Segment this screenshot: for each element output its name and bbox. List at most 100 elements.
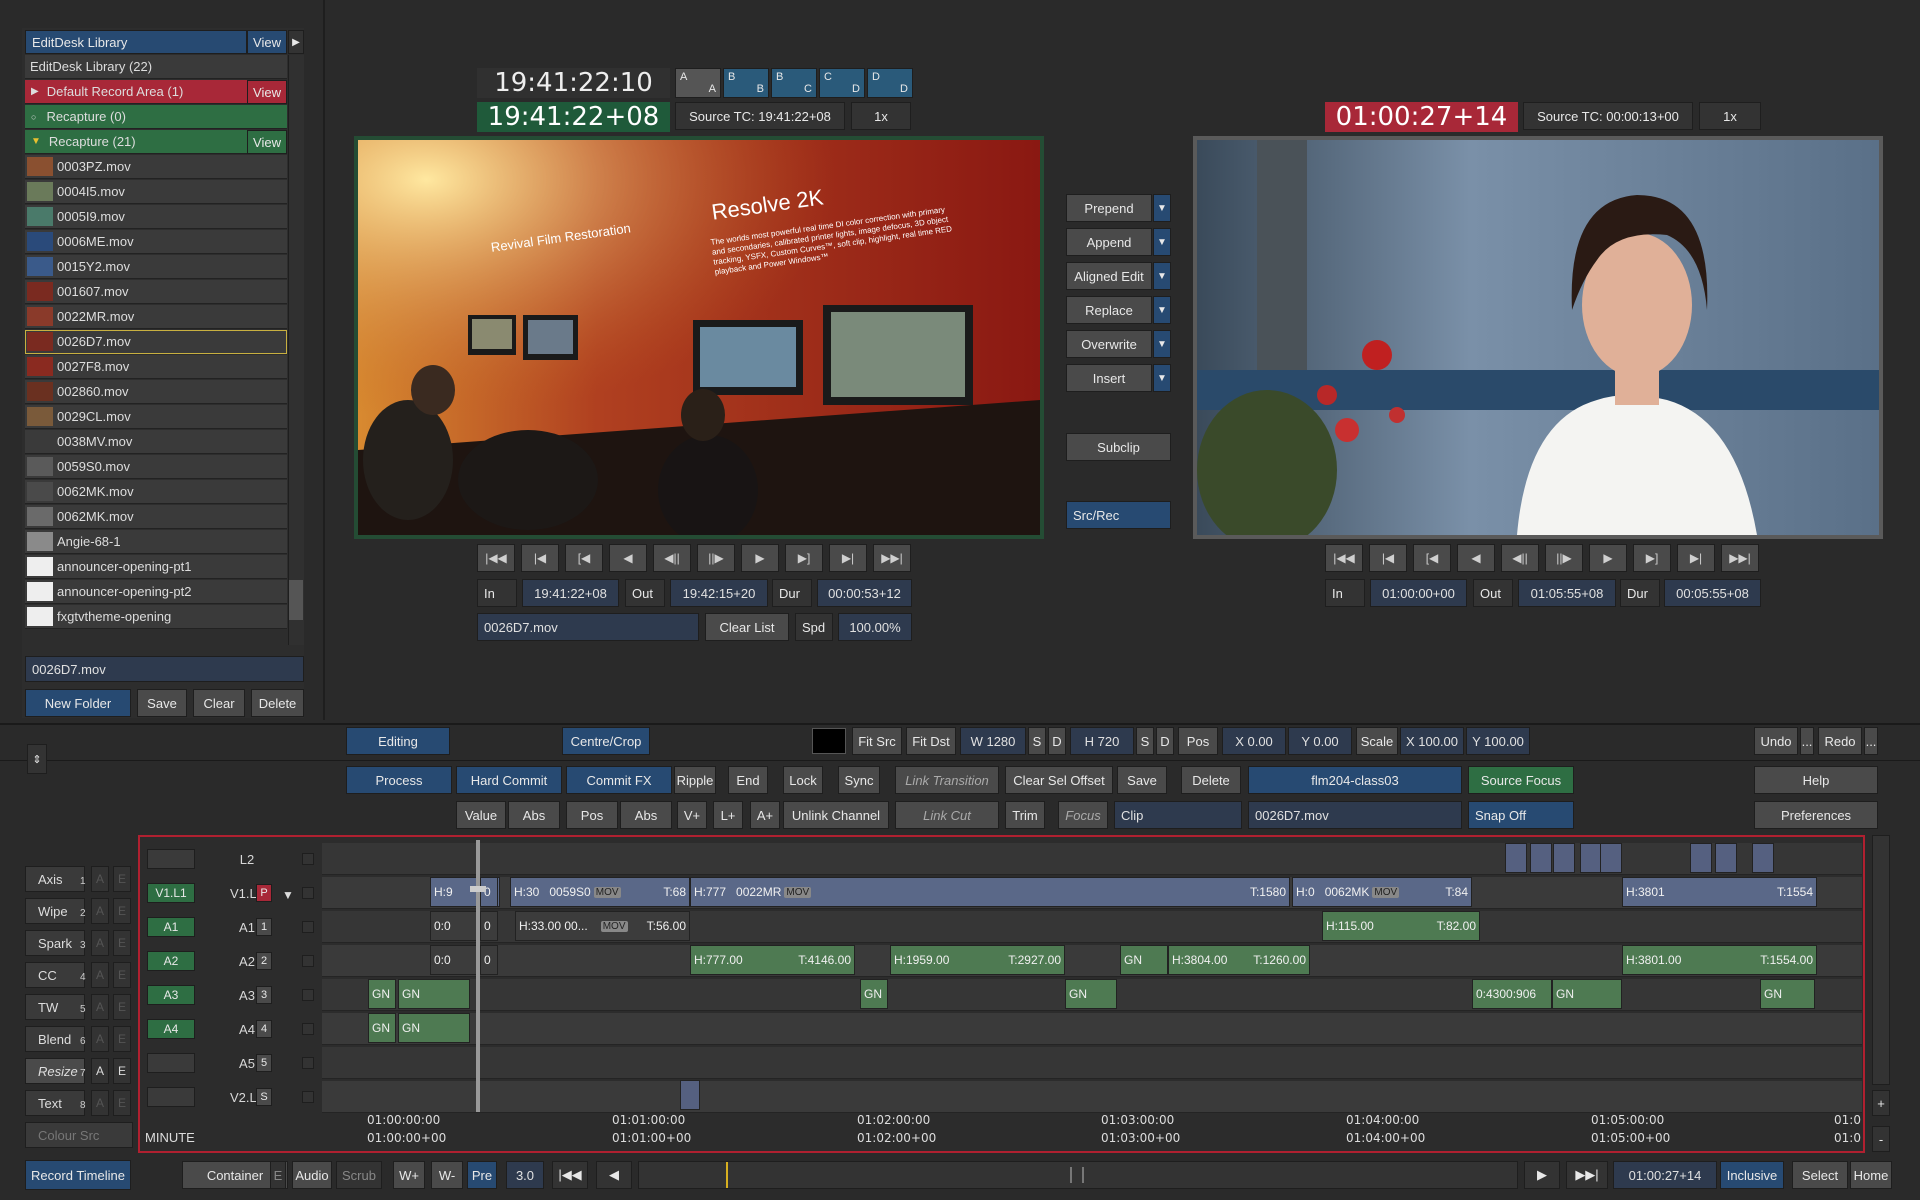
record-viewer[interactable] <box>1193 136 1883 550</box>
hard-commit-button[interactable]: Hard Commit <box>456 766 562 794</box>
library-save-button[interactable]: Save <box>137 689 187 717</box>
l2-segment[interactable] <box>1752 843 1774 873</box>
timeline-clip[interactable]: GN <box>368 1013 396 1043</box>
sync-button[interactable]: Sync <box>838 766 880 794</box>
inclusive-button[interactable]: Inclusive <box>1720 1161 1784 1189</box>
library-clear-button[interactable]: Clear <box>193 689 245 717</box>
spd-button[interactable]: Spd <box>795 613 833 641</box>
width-field[interactable]: W 1280 <box>960 727 1026 755</box>
prev-mark-icon[interactable]: |◀ <box>521 544 559 572</box>
editing-mode-button[interactable]: Editing <box>346 727 450 755</box>
recapture-21-row[interactable]: ▼ Recapture (21) <box>25 130 247 154</box>
fx-button[interactable]: Resize <box>25 1058 85 1084</box>
fx-e-toggle[interactable]: E <box>113 866 131 892</box>
track-source-patch[interactable]: A1 <box>147 917 195 937</box>
step-back-frame-icon[interactable]: ◀|| <box>1501 544 1539 572</box>
preferences-button[interactable]: Preferences <box>1754 801 1878 829</box>
height-field[interactable]: H 720 <box>1070 727 1134 755</box>
track-lock-toggle[interactable] <box>302 989 314 1001</box>
src-rec-button[interactable]: Src/Rec <box>1066 501 1171 529</box>
clip-name-field[interactable]: 0026D7.mov <box>1248 801 1462 829</box>
pos-y-field[interactable]: Y 0.00 <box>1288 727 1352 755</box>
library-item[interactable]: 0027F8.mov <box>25 355 287 379</box>
pre-button[interactable]: Pre <box>467 1161 497 1189</box>
help-button[interactable]: Help <box>1754 766 1878 794</box>
reverse-play-icon[interactable]: ◀ <box>609 544 647 572</box>
fx-button[interactable]: CC <box>25 962 85 988</box>
timeline-clip[interactable]: H:3804.00 T:1260.00 <box>1168 945 1310 975</box>
timeline-clip[interactable]: 0 <box>480 945 498 975</box>
track-dropdown-triangle-icon[interactable]: ▼ <box>282 888 294 902</box>
w-d-button[interactable]: D <box>1048 727 1066 755</box>
source-focus-button[interactable]: Source Focus <box>1468 766 1574 794</box>
link-cut-button[interactable]: Link Cut <box>895 801 999 829</box>
end-button[interactable]: End <box>728 766 768 794</box>
source-tab[interactable]: CD <box>819 68 865 98</box>
go-in-icon[interactable]: [◀ <box>1413 544 1451 572</box>
track-lock-toggle[interactable] <box>302 1023 314 1035</box>
w-plus-button[interactable]: W+ <box>393 1161 425 1189</box>
l2-segment[interactable] <box>1553 843 1575 873</box>
fx-e-toggle[interactable]: E <box>113 962 131 988</box>
library-item[interactable]: 0006ME.mov <box>25 230 287 254</box>
chevron-down-icon[interactable]: ▼ <box>1153 228 1171 256</box>
scale-x-field[interactable]: X 100.00 <box>1400 727 1464 755</box>
undo-more-button[interactable]: ... <box>1800 727 1814 755</box>
lock-button[interactable]: Lock <box>783 766 823 794</box>
fx-button[interactable]: Axis <box>25 866 85 892</box>
fx-button[interactable]: Spark <box>25 930 85 956</box>
pre-value-field[interactable]: 3.0 <box>506 1161 544 1189</box>
track-source-patch[interactable]: A4 <box>147 1019 195 1039</box>
new-folder-button[interactable]: New Folder <box>25 689 131 717</box>
abs2-button[interactable]: Abs <box>620 801 672 829</box>
fit-dst-button[interactable]: Fit Dst <box>906 727 956 755</box>
source-out-button[interactable]: Out <box>625 579 665 607</box>
track-lock-toggle[interactable] <box>302 853 314 865</box>
value-button[interactable]: Value <box>456 801 506 829</box>
timeline-clip[interactable]: H:1959.00 T:2927.00 <box>890 945 1065 975</box>
fit-src-button[interactable]: Fit Src <box>852 727 902 755</box>
v2-segment[interactable] <box>680 1080 700 1110</box>
library-item[interactable]: 0015Y2.mov <box>25 255 287 279</box>
library-item[interactable]: Angie-68-1 <box>25 530 287 554</box>
reverse-play-icon[interactable]: ◀ <box>1457 544 1495 572</box>
edit-op-button[interactable]: Aligned Edit <box>1066 262 1152 290</box>
timeline-clip[interactable]: GN <box>368 979 396 1009</box>
clear-list-button[interactable]: Clear List <box>705 613 789 641</box>
snap-button[interactable]: Snap Off <box>1468 801 1574 829</box>
abs-button[interactable]: Abs <box>508 801 560 829</box>
source-dur-value[interactable]: 00:00:53+12 <box>817 579 912 607</box>
redo-button[interactable]: Redo <box>1818 727 1862 755</box>
library-selected-field[interactable]: 0026D7.mov <box>25 656 304 682</box>
next-mark-icon[interactable]: ▶| <box>1677 544 1715 572</box>
library-item[interactable]: 0062MK.mov <box>25 480 287 504</box>
scrollbar-position-marker[interactable] <box>726 1162 728 1188</box>
next-mark-icon[interactable]: ▶| <box>829 544 867 572</box>
library-item[interactable]: announcer-opening-pt1 <box>25 555 287 579</box>
timeline-clip[interactable]: 0:4300:906 <box>1472 979 1552 1009</box>
track-number[interactable]: 3 <box>256 986 272 1004</box>
trim-button[interactable]: Trim <box>1005 801 1045 829</box>
timeline-clip[interactable]: GN <box>398 1013 470 1043</box>
chevron-down-icon[interactable]: ▼ <box>1153 330 1171 358</box>
source-tab[interactable]: BB <box>723 68 769 98</box>
go-end-icon[interactable]: ▶▶| <box>1721 544 1759 572</box>
centre-crop-button[interactable]: Centre/Crop <box>562 727 650 755</box>
track-number[interactable]: 1 <box>256 918 272 936</box>
chevron-down-icon[interactable]: ▼ <box>1153 364 1171 392</box>
color-swatch[interactable] <box>812 728 846 754</box>
fx-button[interactable]: Colour Src <box>25 1122 133 1148</box>
timeline-clip[interactable]: H:0 0062MK MOV T:84 <box>1292 877 1472 907</box>
timeline-clip[interactable]: 0:0 <box>430 945 478 975</box>
toolbar-delete-button[interactable]: Delete <box>1181 766 1241 794</box>
default-record-area-row[interactable]: ▶ Default Record Area (1) <box>25 80 247 104</box>
w-minus-button[interactable]: W- <box>431 1161 463 1189</box>
focus-button[interactable]: Focus <box>1058 801 1108 829</box>
source-clip-name-field[interactable]: 0026D7.mov <box>477 613 699 641</box>
pos-x-field[interactable]: X 0.00 <box>1222 727 1286 755</box>
chevron-down-icon[interactable]: ▼ <box>1153 194 1171 222</box>
h-d-button[interactable]: D <box>1156 727 1174 755</box>
go-out-icon[interactable]: ▶] <box>785 544 823 572</box>
fx-a-toggle[interactable]: A <box>91 898 109 924</box>
scale-button[interactable]: Scale <box>1356 727 1398 755</box>
